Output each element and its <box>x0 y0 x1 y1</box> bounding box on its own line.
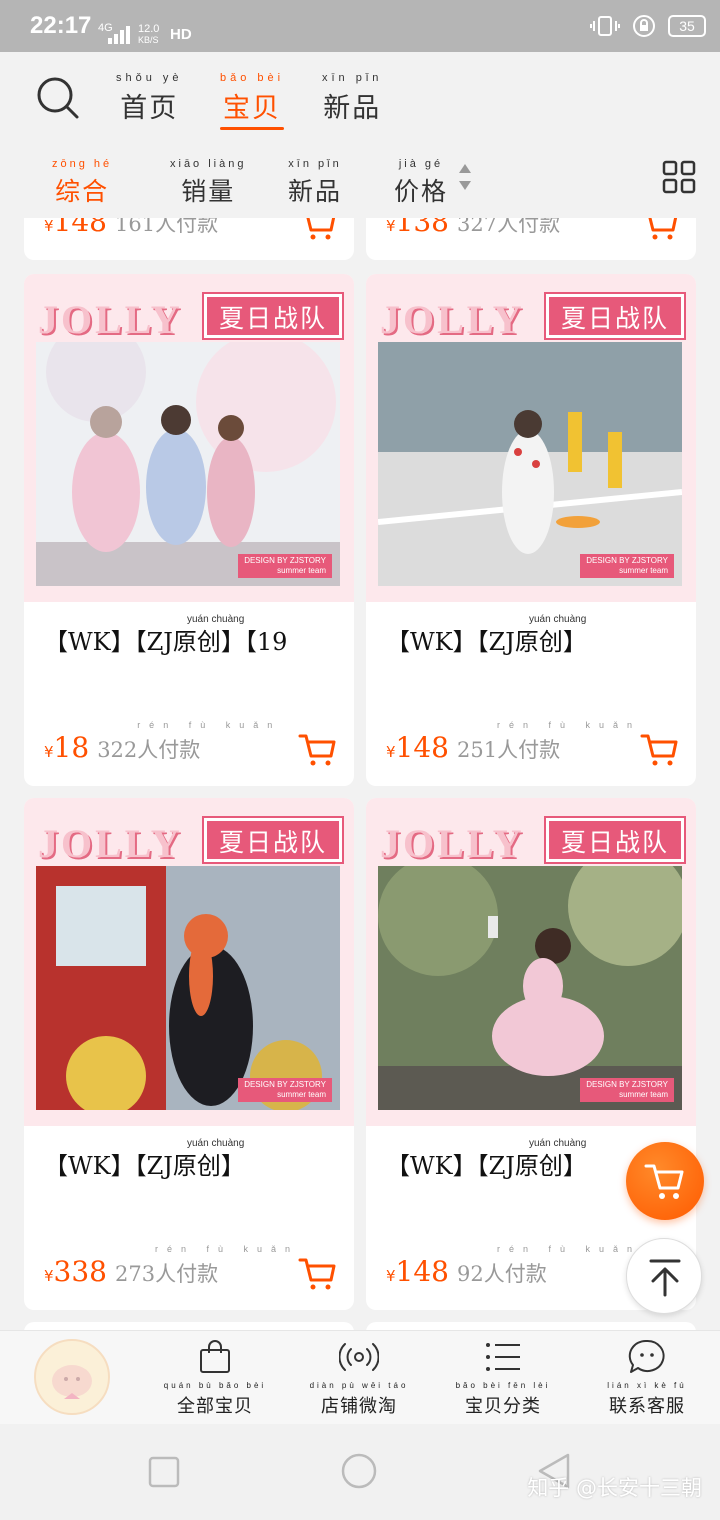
design-tag: DESIGN BY ZJSTORY summer team <box>238 1078 332 1102</box>
product-photo: DESIGN BY ZJSTORY summer team <box>378 342 682 586</box>
sort-sales[interactable]: xiāo liàng 销量 <box>170 158 246 208</box>
shop-top-nav: shǒu yè 首页 bǎo bèi 宝贝 xīn pǐn 新品 <box>0 52 720 148</box>
team-label: 夏日战队 <box>202 292 344 340</box>
product-card[interactable]: JOLLY 夏日战队 DESIGN BY ZJSTORY summer team … <box>366 798 696 1310</box>
watermark: 知乎 @长安十三朝 <box>527 1476 702 1500</box>
product-title[interactable]: 【WK】【ZJ原创】 <box>386 622 587 657</box>
paid-count: 161人付款 <box>115 218 219 236</box>
shop-bottom-bar: quán bù bǎo bèi 全部宝贝 diàn pù wēi táo 店铺微… <box>0 1330 720 1424</box>
product-image[interactable]: JOLLY 夏日战队 DESIGN BY ZJSTORY summer team <box>24 274 354 602</box>
floating-cart-button[interactable] <box>626 1142 704 1220</box>
status-bar: 22:17 4G 12.0 KB/S HD 35 <box>0 0 720 52</box>
product-photo: DESIGN BY ZJSTORY summer team <box>36 342 340 586</box>
product-card[interactable]: ¥ 148 161人付款 <box>24 218 354 260</box>
tab-new[interactable]: xīn pǐn 新品 <box>322 72 382 125</box>
shop-weitao-button[interactable]: diàn pù wēi táo 店铺微淘 <box>299 1339 419 1418</box>
vibrate-icon <box>590 16 620 36</box>
product-card[interactable] <box>366 1322 696 1330</box>
grid-view-icon[interactable] <box>662 160 696 194</box>
product-price: 18 <box>53 731 90 764</box>
team-label: 夏日战队 <box>544 292 686 340</box>
team-label: 夏日战队 <box>544 816 686 864</box>
product-card[interactable] <box>24 1322 354 1330</box>
home-icon[interactable] <box>340 1452 378 1490</box>
product-title[interactable]: 【WK】【ZJ原创】【19 <box>44 622 287 657</box>
arrow-up-icon <box>649 1259 681 1297</box>
design-tag: DESIGN BY ZJSTORY summer team <box>238 554 332 578</box>
add-to-cart-icon[interactable] <box>640 218 678 242</box>
product-feed[interactable]: ¥ 148 161人付款 ¥ 138 327人付款 JOLLY 夏日战队 DES… <box>0 218 720 1330</box>
product-photo: DESIGN BY ZJSTORY summer team <box>378 866 682 1110</box>
shop-logo[interactable] <box>34 1339 110 1415</box>
sort-new[interactable]: xīn pǐn 新品 <box>288 158 342 208</box>
customer-service-button[interactable]: lián xì kè fú 联系客服 <box>587 1339 707 1418</box>
chat-icon <box>628 1339 665 1373</box>
design-tag: DESIGN BY ZJSTORY summer team <box>580 554 674 578</box>
design-tag: DESIGN BY ZJSTORY summer team <box>580 1078 674 1102</box>
product-title[interactable]: 【WK】【ZJ原创】 <box>386 1146 587 1181</box>
product-image[interactable]: JOLLY 夏日战队 DESIGN BY ZJSTORY summer team <box>366 798 696 1126</box>
brand-logo: JOLLY <box>38 297 183 342</box>
team-label: 夏日战队 <box>202 816 344 864</box>
system-nav-bar: 知乎 @长安十三朝 <box>0 1424 720 1520</box>
paid-count: rén fù kuǎn 273人付款 <box>115 1244 300 1286</box>
product-image[interactable]: JOLLY 夏日战队 DESIGN BY ZJSTORY summer team <box>366 274 696 602</box>
add-to-cart-icon[interactable] <box>298 218 336 242</box>
product-card[interactable]: JOLLY 夏日战队 DESIGN BY ZJSTORY summer team … <box>24 798 354 1310</box>
product-price: 338 <box>53 1255 107 1288</box>
active-tab-underline <box>220 127 285 130</box>
search-icon[interactable] <box>36 76 80 120</box>
lock-rotation-icon <box>633 15 655 37</box>
product-photo: DESIGN BY ZJSTORY summer team <box>36 866 340 1110</box>
add-to-cart-icon[interactable] <box>298 1256 336 1292</box>
product-price: 148 <box>395 1255 449 1288</box>
product-card[interactable]: JOLLY 夏日战队 DESIGN BY ZJSTORY summer team … <box>24 274 354 786</box>
brand-logo: JOLLY <box>38 821 183 866</box>
tab-products[interactable]: bǎo bèi 宝贝 <box>220 72 285 130</box>
paid-count: rén fù kuǎn 92人付款 <box>457 1244 642 1286</box>
network-speed: 12.0 KB/S <box>138 23 160 46</box>
brand-logo: JOLLY <box>380 297 525 342</box>
paid-count: rén fù kuǎn 251人付款 <box>457 720 642 762</box>
sort-arrows-icon[interactable] <box>458 162 472 192</box>
add-to-cart-icon[interactable] <box>640 732 678 768</box>
all-products-button[interactable]: quán bù bǎo bèi 全部宝贝 <box>155 1339 275 1418</box>
paid-count: 327人付款 <box>457 218 561 236</box>
product-categories-button[interactable]: bǎo bèi fēn lèi 宝贝分类 <box>443 1339 563 1418</box>
sort-price[interactable]: jià gé 价格 <box>394 158 448 208</box>
hd-indicator: HD <box>170 26 192 43</box>
back-to-top-button[interactable] <box>626 1238 702 1314</box>
list-icon <box>486 1343 520 1371</box>
product-card[interactable]: JOLLY 夏日战队 DESIGN BY ZJSTORY summer team … <box>366 274 696 786</box>
status-time: 22:17 <box>30 12 92 39</box>
brand-logo: JOLLY <box>380 821 525 866</box>
shopping-bag-icon <box>200 1340 230 1373</box>
signal-icon <box>108 26 132 44</box>
product-price: 148 <box>395 731 449 764</box>
sort-comprehensive[interactable]: zōng hé 综合 <box>52 158 112 208</box>
add-to-cart-icon[interactable] <box>298 732 336 768</box>
battery-indicator: 35 <box>668 15 706 37</box>
tab-home[interactable]: shǒu yè 首页 <box>116 72 183 125</box>
recent-apps-icon[interactable] <box>148 1456 180 1488</box>
cart-icon <box>644 1164 684 1199</box>
product-image[interactable]: JOLLY 夏日战队 DESIGN BY ZJSTORY summer team <box>24 798 354 1126</box>
product-title[interactable]: 【WK】【ZJ原创】 <box>44 1146 245 1181</box>
product-card[interactable]: ¥ 138 327人付款 <box>366 218 696 260</box>
broadcast-icon <box>339 1343 379 1371</box>
product-price: 138 <box>395 218 449 238</box>
paid-count: rén fù kuǎn 322人付款 <box>97 720 282 762</box>
product-price: 148 <box>53 218 107 238</box>
sort-bar: zōng hé 综合 xiāo liàng 销量 xīn pǐn 新品 jià … <box>0 148 720 218</box>
